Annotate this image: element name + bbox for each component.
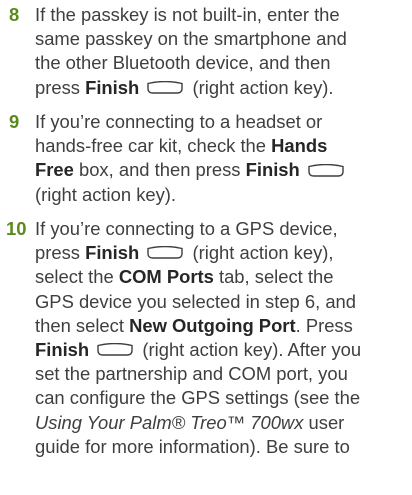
finish-label: Finish	[35, 339, 90, 361]
step-number: 10	[6, 218, 27, 239]
hands-free-label: Hands	[271, 135, 328, 157]
step-text-line: GPS device you selected in step 6, and	[35, 290, 357, 312]
step-text-line: press Finish (right action key).	[35, 76, 334, 98]
step-text-line: If the passkey is not built-in, enter th…	[35, 4, 340, 25]
step-text-line: Free box, and then press Finish	[0, 158, 412, 182]
step-text-line: same passkey on the smartphone and	[35, 28, 347, 50]
step-text-line: If you’re connecting to a headset or	[35, 111, 323, 132]
step-text-line: Finish (right action key). After you	[35, 339, 362, 361]
right-action-key-icon	[146, 80, 184, 95]
step-9: 9 If you’re connecting to a headset or h…	[0, 110, 412, 207]
finish-label: Finish	[85, 242, 140, 264]
hands-free-label: Free	[35, 159, 74, 181]
step-8: 8 If the passkey is not built-in, enter …	[0, 3, 412, 100]
step-text-line: (right action key).	[35, 183, 177, 205]
step-10: 10 If you’re connecting to a GPS device,…	[0, 217, 412, 459]
com-ports-tab-label: COM Ports	[118, 266, 214, 288]
finish-label: Finish	[85, 76, 140, 98]
step-text-line: the other Bluetooth device, and then	[35, 52, 331, 74]
user-guide-title: Using Your Palm® Treo™ 700wx	[35, 411, 304, 433]
step-text-line: set the partnership and COM port, you	[35, 363, 348, 385]
step-number: 8	[9, 4, 20, 25]
step-text-line: can configure the GPS settings (see the	[35, 387, 361, 409]
new-outgoing-port-label: New Outgoing Port	[129, 314, 296, 336]
step-text-line: guide for more information). Be sure to	[35, 435, 350, 457]
step-text-line: hands-free car kit, check the Hands	[35, 135, 328, 157]
right-action-key-icon	[146, 246, 184, 260]
step-number: 9	[9, 111, 20, 132]
step-text-line: then select New Outgoing Port. Press	[35, 314, 353, 336]
manual-page: 8 If the passkey is not built-in, enter …	[0, 0, 412, 495]
step-text-line: press Finish (right action key),	[35, 242, 334, 264]
step-text-line: select the COM Ports tab, select the	[35, 266, 334, 288]
right-action-key-icon	[307, 163, 345, 178]
right-action-key-icon	[96, 343, 134, 357]
finish-label: Finish	[245, 159, 300, 181]
step-text-line: Using Your Palm® Treo™ 700wx user	[35, 411, 345, 433]
step-text-line: If you’re connecting to a GPS device,	[35, 218, 338, 239]
